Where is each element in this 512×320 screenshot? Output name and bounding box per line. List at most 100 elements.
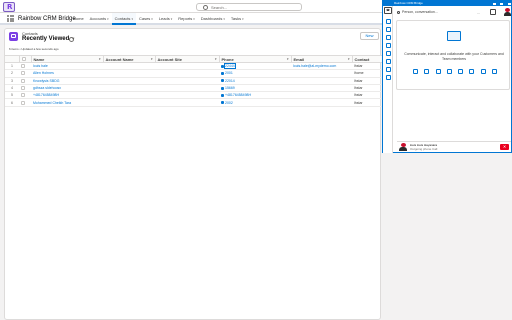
- chat-bubble-icon[interactable]: [446, 69, 452, 74]
- column-header[interactable]: Name ▾: [31, 55, 104, 63]
- tab-leads[interactable]: Leads▾: [156, 13, 175, 25]
- app-launcher-icon[interactable]: [7, 15, 14, 22]
- dial-icon[interactable]: [413, 69, 418, 74]
- bubbles-icon[interactable]: [386, 43, 391, 48]
- email-link[interactable]: [291, 91, 352, 100]
- table-row[interactable]: 4 gdhsza sldehoosx 15669 lhstar: [5, 84, 382, 93]
- column-header[interactable]: Contact: [352, 55, 383, 63]
- active-call-banner[interactable]: louis louis Hayanara Outgoing phone Call…: [397, 141, 511, 151]
- dialpad-icon[interactable]: ☎: [384, 7, 392, 14]
- row-checkbox[interactable]: [19, 77, 31, 85]
- row-checkbox[interactable]: [19, 84, 31, 93]
- account-site-cell: [155, 69, 219, 78]
- contact-name-link[interactable]: Mohammed Cheikh Tara: [31, 98, 103, 107]
- phone-link[interactable]: +48176458498H: [219, 91, 291, 100]
- tab-tasks[interactable]: Tasks▾: [228, 13, 247, 25]
- row-checkbox[interactable]: [19, 91, 31, 100]
- phone-icon: [221, 101, 224, 105]
- tab-home[interactable]: Home: [70, 13, 87, 25]
- contact-name-link[interactable]: louis hale: [31, 62, 103, 71]
- settings-icon[interactable]: [386, 75, 391, 80]
- new-contact-button[interactable]: New: [360, 32, 379, 40]
- email-link[interactable]: [291, 98, 352, 107]
- tab-label: Dashboards: [200, 16, 223, 21]
- close-icon[interactable]: [507, 2, 511, 5]
- chevron-down-icon[interactable]: ▾: [131, 17, 133, 21]
- phone-icon: [221, 86, 224, 90]
- contact-name-link[interactable]: Knowlysis SBDG: [31, 77, 103, 85]
- email-link[interactable]: [291, 69, 352, 78]
- column-header[interactable]: Email ▾: [291, 55, 353, 63]
- phone-value: 2002: [225, 100, 233, 105]
- account-name-cell: [103, 98, 155, 107]
- global-search-input[interactable]: Search...: [196, 3, 302, 11]
- clock-icon[interactable]: [386, 51, 391, 56]
- list-view-selector[interactable]: Recently Viewed ▼: [22, 36, 75, 42]
- contacts-icon[interactable]: [386, 35, 391, 40]
- video-icon[interactable]: [435, 69, 441, 74]
- email-link[interactable]: [291, 77, 352, 85]
- column-header[interactable]: Account Name ▾: [103, 55, 156, 63]
- hangup-button[interactable]: ✕: [500, 144, 509, 150]
- chevron-down-icon[interactable]: ▾: [193, 17, 195, 21]
- contact-owner-cell: lhstar: [352, 91, 382, 100]
- phone-link[interactable]: 15669: [219, 84, 291, 93]
- account-site-cell: [155, 77, 219, 85]
- chevron-down-icon[interactable]: ▾: [107, 17, 109, 21]
- tab-label: Home: [73, 16, 84, 21]
- phone-link[interactable]: 22014: [219, 77, 291, 85]
- table-row[interactable]: 1 louis hale 22444 louis.hale@al-mydemo.com…: [5, 62, 382, 71]
- minimize-icon[interactable]: [493, 2, 497, 5]
- phone-link[interactable]: 22444: [219, 62, 291, 71]
- app-logo[interactable]: R: [3, 2, 15, 12]
- file-icon[interactable]: [491, 69, 497, 74]
- tab-cases[interactable]: Cases▾: [136, 13, 156, 25]
- tab-reports[interactable]: Reports▾: [175, 13, 198, 25]
- pin-icon[interactable]: [69, 37, 74, 42]
- row-checkbox[interactable]: [19, 98, 31, 107]
- chat-icon[interactable]: [386, 27, 391, 32]
- table-row[interactable]: 5 +48176458498H +48176458498H lhstar: [5, 91, 382, 100]
- contacts-table: Name ▾ Account Name ▾ Account Site ▾ Phone ▾…: [5, 55, 383, 107]
- more-options-icon[interactable]: ...: [477, 10, 480, 15]
- table-row[interactable]: 6 Mohammed Cheikh Tara 2002 lhstar: [5, 98, 382, 107]
- row-checkbox[interactable]: [19, 69, 31, 78]
- account-site-cell: [155, 98, 219, 107]
- contact-name-link[interactable]: Allen Hohnes: [31, 69, 103, 78]
- voicemail-icon[interactable]: [386, 67, 391, 72]
- window-icon[interactable]: [490, 9, 496, 15]
- row-checkbox[interactable]: [19, 62, 31, 71]
- chevron-down-icon[interactable]: ▾: [223, 17, 225, 21]
- phone-icon[interactable]: [386, 59, 391, 64]
- phone-book-icon[interactable]: [424, 69, 430, 74]
- chevron-down-icon[interactable]: ▾: [171, 17, 173, 21]
- phone-link[interactable]: 2001: [219, 69, 291, 78]
- app-logo-letter: R: [7, 3, 13, 11]
- contact-name-link[interactable]: +48176458498H: [31, 91, 103, 100]
- phone-value: 22014: [225, 78, 235, 83]
- table-row[interactable]: 2 Allen Hohnes 2001 lhome: [5, 69, 382, 78]
- column-header[interactable]: Account Site ▾: [155, 55, 220, 63]
- calendar-icon[interactable]: [480, 69, 486, 74]
- select-all-checkbox[interactable]: [19, 55, 32, 63]
- column-header[interactable]: Phone ▾: [219, 55, 292, 63]
- share-icon[interactable]: [469, 69, 475, 74]
- widget-search-placeholder: Person, conversation...: [402, 10, 438, 14]
- contact-name-link[interactable]: gdhsza sldehoosx: [31, 84, 103, 93]
- group-icon[interactable]: [458, 69, 464, 74]
- tab-contacts[interactable]: Contacts▾: [111, 13, 136, 25]
- history-icon[interactable]: [386, 19, 391, 24]
- welcome-card: Communicate, interact and collaborate wi…: [396, 20, 510, 90]
- chevron-down-icon[interactable]: ▾: [151, 17, 153, 21]
- email-link[interactable]: louis.hale@al-mydemo.com: [291, 62, 352, 71]
- tab-label: Accounts: [89, 16, 107, 21]
- user-avatar[interactable]: [504, 8, 511, 16]
- widget-search-input[interactable]: Person, conversation...: [397, 9, 471, 15]
- maximize-icon[interactable]: [500, 2, 504, 5]
- tab-accounts[interactable]: Accounts▾: [87, 13, 112, 25]
- chevron-down-icon[interactable]: ▾: [242, 17, 244, 21]
- table-row[interactable]: 3 Knowlysis SBDG 22014 lhstar: [5, 77, 382, 85]
- tab-dashboards[interactable]: Dashboards▾: [198, 13, 228, 25]
- phone-link[interactable]: 2002: [219, 98, 291, 107]
- email-link[interactable]: [291, 84, 352, 93]
